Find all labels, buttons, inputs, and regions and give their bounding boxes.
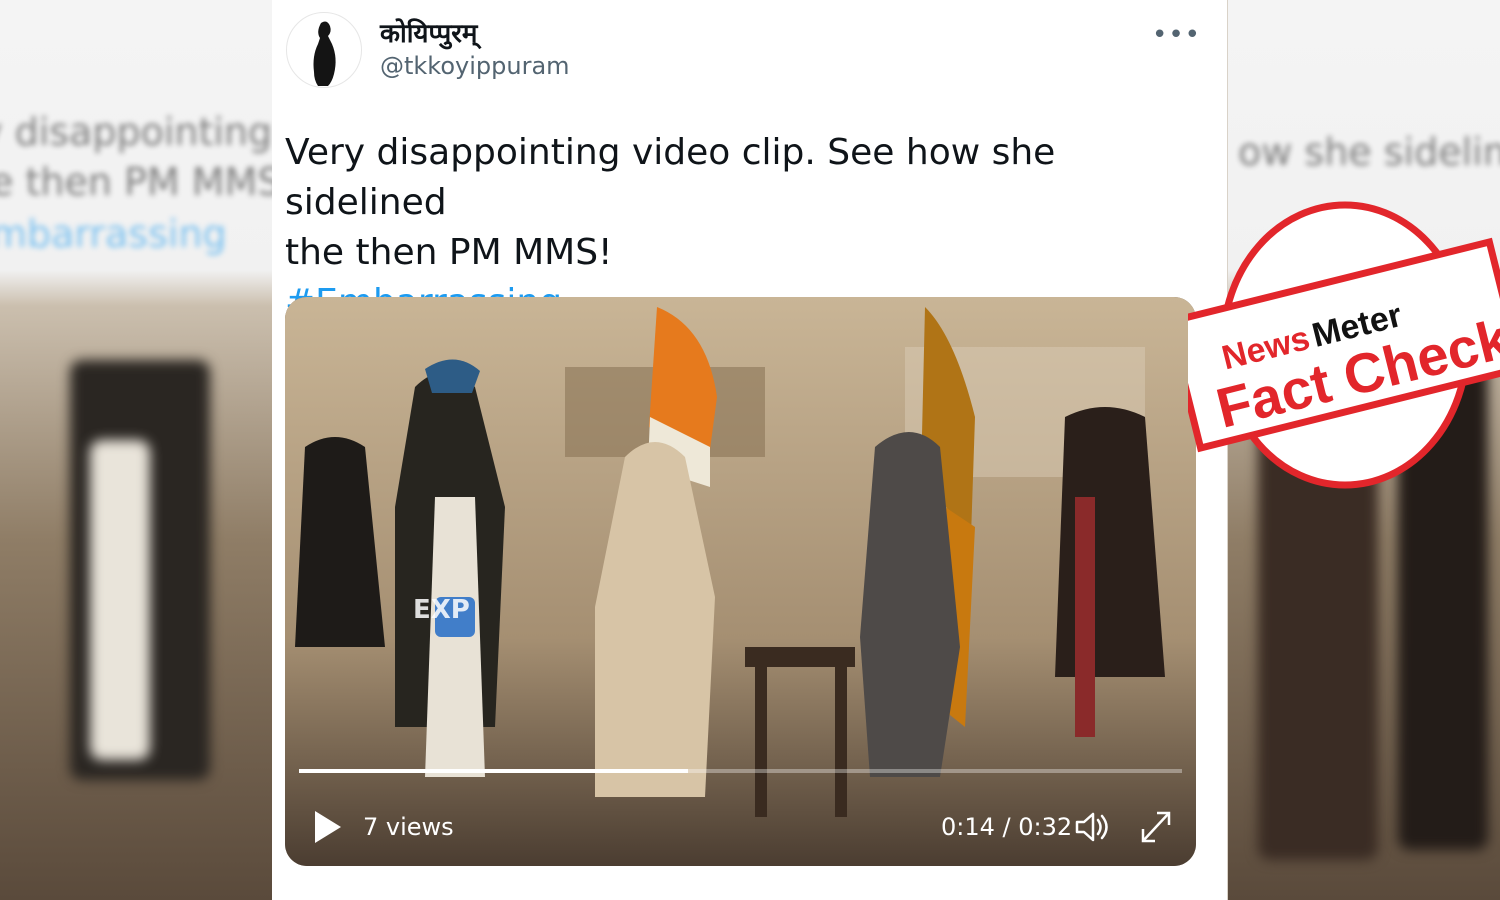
backdrop-left: y disappointing e then PM MMS! mbarrassi…	[0, 0, 272, 900]
fact-check-stamp: News Meter Fact Check	[1188, 201, 1500, 489]
backdrop-figure	[90, 440, 150, 760]
progress-fill	[299, 769, 688, 773]
views-count: 7 views	[363, 813, 454, 841]
tweet-card: कोयिप्पुरम् @tkkoyippuram ••• Very disap…	[272, 0, 1227, 900]
stamp-seal: News Meter Fact Check	[1188, 201, 1500, 489]
progress-track[interactable]	[299, 769, 1182, 773]
more-horizontal-icon[interactable]: •••	[1152, 20, 1201, 50]
backdrop-text: e then PM MMS!	[0, 160, 272, 204]
video-frame	[285, 297, 1196, 866]
avatar-silhouette-icon	[313, 21, 336, 86]
avatar[interactable]	[286, 12, 362, 88]
backdrop-text: ow she sidelined	[1238, 130, 1500, 174]
video-player[interactable]: EXP 7 views 0:14 / 0:32	[285, 297, 1196, 866]
backdrop-text: y disappointing	[0, 110, 272, 154]
backdrop-hashtag: mbarrassing	[0, 212, 227, 256]
tweet-text-line: the then PM MMS!	[285, 232, 613, 273]
video-time: 0:14 / 0:32	[941, 813, 1073, 841]
video-watermark: EXP	[413, 595, 470, 625]
play-icon[interactable]	[311, 807, 345, 847]
author-handle[interactable]: @tkkoyippuram	[380, 52, 570, 80]
tweet-text-line: Very disappointing video clip. See how s…	[285, 132, 1056, 223]
volume-icon[interactable]	[1071, 807, 1111, 847]
author-name[interactable]: कोयिप्पुरम्	[380, 14, 477, 50]
fullscreen-icon[interactable]	[1137, 807, 1175, 847]
